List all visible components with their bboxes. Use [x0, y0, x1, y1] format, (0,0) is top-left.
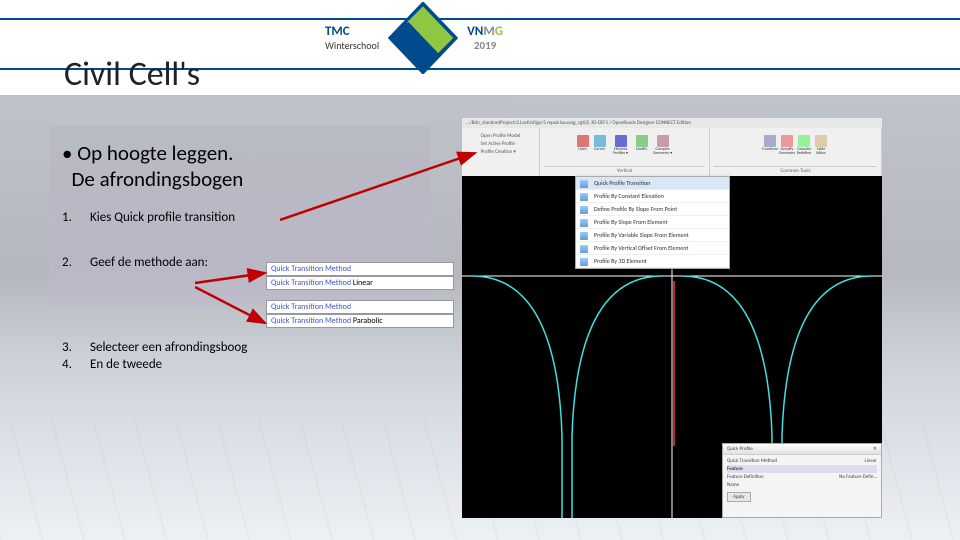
bullet-main: • Op hoogte leggen. De afrondingsbogen [62, 140, 247, 192]
dropdown-item-3d[interactable]: Profile By 3D Element [576, 255, 729, 268]
ribbon-panel-profile: Open Profile Model Set Active Profile Pr… [462, 128, 540, 176]
ribbon-btn-complex-geom[interactable]: Complex Geometry ▾ [652, 135, 674, 161]
properties-title: Quick Profile ✕ [723, 444, 881, 455]
logo-tmc-text: TMC [325, 24, 350, 39]
step-3: 3.Selecteer een afrondingsboog [62, 340, 247, 355]
option-row-3: Quick Transition Method [266, 300, 454, 314]
logo-vnmg-g: G [495, 24, 503, 39]
ribbon-btn-lines[interactable]: Lines [576, 135, 590, 161]
ribbon-btn-curves[interactable]: Curves [593, 135, 607, 161]
ribbon-side-options: Open Profile Model Set Active Profile Pr… [478, 130, 524, 158]
dropdown-item-slope-elem[interactable]: Profile By Slope From Element [576, 216, 729, 229]
logo-vnmg-year: 2019 [467, 39, 503, 52]
step-list: 1.Kies Quick profile transition 2.Geef d… [62, 210, 247, 372]
ribbon-btn-table-editor[interactable]: Table Editor [814, 135, 828, 161]
dropdown-item-var-slope[interactable]: Profile By Variable Slope From Element [576, 229, 729, 242]
close-icon[interactable]: ✕ [873, 446, 877, 452]
bullet-line1: • Op hoogte leggen. [62, 140, 234, 166]
logo-diamond-icon [387, 2, 459, 74]
properties-title-text: Quick Profile [727, 446, 753, 452]
prop-row-feature-def[interactable]: Feature DefinitionNo Feature Defin… [727, 473, 877, 481]
step-1: 1.Kies Quick profile transition [62, 210, 247, 225]
ribbon-panel-vertical: Lines Curves Element Profiles ▾ Modify C… [540, 128, 710, 176]
option-callout: Quick Transition Method Quick Transition… [266, 262, 454, 328]
option-row-4: Quick Transition Method Parabolic [266, 314, 454, 328]
bullet-line2: De afrondingsbogen [72, 166, 244, 192]
slide-title: Civil Cell's [64, 54, 200, 95]
logo-vnmg-vn: VN [467, 24, 483, 39]
set-active-profile[interactable]: Set Active Profile [481, 140, 521, 148]
step-2: 2.Geef de methode aan: [62, 255, 247, 270]
dropdown-item-const-elev[interactable]: Profile By Constant Elevation [576, 190, 729, 203]
header-logos: TMC Winterschool VNMG 2019 [325, 2, 503, 74]
ribbon-panel-tools: Transform Simplify Geometry Complex Rede… [710, 128, 882, 176]
properties-panel: Quick Profile ✕ Quick Transition MethodL… [722, 443, 882, 518]
app-screenshot: .../Bdn_standardProject/2.LastUsfJgn/5 r… [462, 118, 882, 518]
ribbon-btn-modify[interactable]: Modify [635, 135, 649, 161]
app-titlebar: .../Bdn_standardProject/2.LastUsfJgn/5 r… [462, 118, 882, 128]
element-profiles-dropdown: Quick Profile Transition Profile By Cons… [575, 176, 730, 269]
option-row-1: Quick Transition Method [266, 262, 454, 276]
prop-row-name[interactable]: Name [727, 481, 877, 489]
open-profile-model[interactable]: Open Profile Model [481, 132, 521, 140]
logo-vnmg: VNMG 2019 [467, 24, 503, 52]
option-row-2: Quick Transition Method Linear [266, 276, 454, 290]
logo-tmc-sub: Winterschool [325, 39, 379, 52]
dropdown-item-offset[interactable]: Profile By Vertical Offset From Element [576, 242, 729, 255]
ribbon-btn-transform[interactable]: Transform [763, 135, 777, 161]
step-4: 4.En de tweede [62, 357, 247, 372]
apply-button[interactable]: Apply [727, 492, 751, 502]
app-ribbon: Open Profile Model Set Active Profile Pr… [462, 128, 882, 176]
ribbon-btn-redefine[interactable]: Complex Redefine [797, 135, 811, 161]
prop-row-feature-hdr: Feature [727, 465, 877, 473]
profile-creation[interactable]: Profile Creation ▾ [481, 148, 521, 156]
ribbon-btn-element-profiles[interactable]: Element Profiles ▾ [610, 135, 632, 161]
dropdown-item-slope-point[interactable]: Define Profile By Slope From Point [576, 203, 729, 216]
slide-content: • Op hoogte leggen. De afrondingsbogen 1… [62, 140, 247, 374]
prop-row-method[interactable]: Quick Transition MethodLinear [727, 457, 877, 465]
dropdown-item-quick-transition[interactable]: Quick Profile Transition [576, 177, 729, 190]
logo-tmc: TMC Winterschool [325, 24, 379, 52]
logo-vnmg-m: M [483, 24, 494, 39]
ribbon-btn-simplify[interactable]: Simplify Geometry [780, 135, 794, 161]
